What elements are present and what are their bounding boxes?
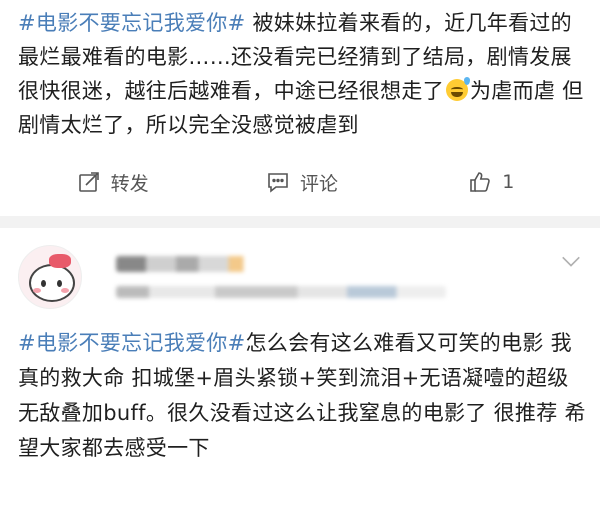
post-text: #电影不要忘记我爱你# 被妹妹拉着来看的，近几年看过的最烂最难看的电影……还没看… [18, 6, 586, 142]
like-button[interactable]: 1 [397, 170, 586, 194]
comment-hashtag[interactable]: #电影不要忘记我爱你# [18, 331, 246, 355]
repost-label: 转发 [110, 172, 149, 195]
like-count: 1 [502, 171, 515, 193]
username-blurred[interactable] [116, 256, 266, 272]
sweat-smile-emoji-icon [446, 77, 470, 101]
post: #电影不要忘记我爱你# 被妹妹拉着来看的，近几年看过的最烂最难看的电影……还没看… [0, 0, 600, 210]
avatar[interactable] [18, 245, 82, 309]
repost-button[interactable]: 转发 [18, 169, 207, 196]
comment-button[interactable]: 评论 [207, 169, 396, 196]
comment-header [18, 242, 586, 312]
post-actions: 转发 评论 1 [18, 154, 586, 210]
comment-item: #电影不要忘记我爱你#怎么会有这么难看又可笑的电影 我真的救大命 扣城堡+眉头紧… [0, 228, 600, 466]
comment-meta [116, 256, 446, 298]
comment-subinfo-blurred [116, 286, 446, 298]
chevron-down-icon[interactable] [560, 250, 582, 272]
thumbs-up-icon [470, 172, 491, 192]
post-hashtag[interactable]: #电影不要忘记我爱你# [18, 11, 246, 35]
comment-label: 评论 [299, 172, 338, 195]
section-divider [0, 216, 600, 228]
comment-text: #电影不要忘记我爱你#怎么会有这么难看又可笑的电影 我真的救大命 扣城堡+眉头紧… [18, 326, 586, 466]
comment-icon [268, 173, 288, 193]
share-icon [78, 172, 99, 192]
